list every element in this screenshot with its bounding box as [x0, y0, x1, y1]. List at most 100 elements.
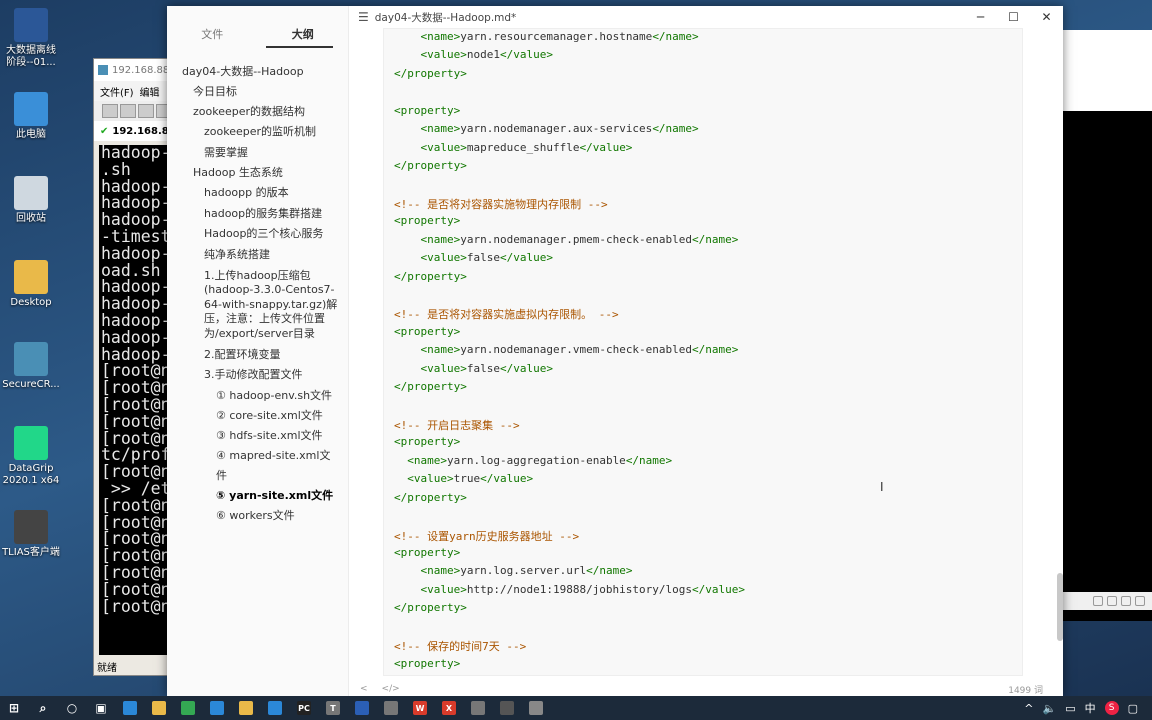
code-line: <property>	[394, 435, 461, 449]
code-line: <value>http://node1:19888/jobhistory/log…	[420, 582, 746, 596]
menu-file[interactable]: 文件(F)	[100, 84, 134, 99]
code-line: <!-- 是否将对容器实施物理内存限制 -->	[394, 197, 608, 211]
desktop-icon-label: 此电脑	[16, 129, 46, 140]
titlebar[interactable]: ☰ day04-大数据--Hadoop.md* ─ ☐ ✕	[350, 6, 1063, 28]
desktop-icon[interactable]: 此电脑	[2, 92, 60, 141]
word-count[interactable]: 1499 词	[1008, 683, 1043, 696]
outline-item[interactable]: ④ mapred-site.xml文件	[167, 446, 349, 486]
arrow-left-icon[interactable]: <	[360, 684, 368, 694]
code-line: </property>	[394, 66, 467, 80]
desktop-icon[interactable]: 大数据离线阶段--01...	[2, 8, 60, 69]
package-icon[interactable]	[524, 696, 548, 720]
remote-desktop-icon[interactable]	[495, 696, 519, 720]
chrome-icon[interactable]	[176, 696, 200, 720]
app-blue-icon[interactable]	[350, 696, 374, 720]
toolbar-quick-connect-icon[interactable]	[120, 104, 136, 118]
volume-icon[interactable]: 🔈	[1042, 702, 1056, 715]
desktop-icon-label: DataGrip 2020.1 x64	[2, 463, 60, 486]
cortana-icon[interactable]: ○	[60, 696, 84, 720]
securecrt-app-icon	[98, 65, 108, 75]
folder-icon	[14, 260, 48, 294]
edge-icon[interactable]	[205, 696, 229, 720]
code-line: <name>yarn.log-aggregation-enable</name>	[407, 453, 673, 467]
code-line: <value>false</value>	[420, 251, 553, 265]
outline-item[interactable]: Hadoop 生态系统	[167, 163, 349, 183]
tray-overflow-icon[interactable]: ^	[1024, 702, 1033, 715]
code-line: <property>	[394, 103, 461, 117]
typora-window[interactable]: 文件 大纲 day04-大数据--Hadoop 今日目标 zookeeper的数据结…	[167, 6, 1063, 696]
vscode-icon[interactable]	[263, 696, 287, 720]
desktop-icon[interactable]: Desktop	[2, 260, 60, 309]
outline-item[interactable]: day04-大数据--Hadoop	[167, 62, 349, 82]
code-line: <property>	[394, 656, 461, 670]
file-explorer-icon[interactable]	[147, 696, 171, 720]
menu-edit[interactable]: 编辑	[140, 84, 160, 99]
outline-item[interactable]: ⑤ yarn-site.xml文件	[167, 486, 349, 506]
code-line: </property>	[394, 380, 467, 394]
code-line: <name>yarn.resourcemanager.hostname</nam…	[420, 30, 699, 43]
desktop-icon[interactable]: 回收站	[2, 176, 60, 225]
settings-app-icon[interactable]	[379, 696, 403, 720]
tab-outline[interactable]: 大纲	[258, 6, 349, 50]
desktop-icon[interactable]: TLIAS客户端	[2, 510, 60, 559]
task-view-icon[interactable]: ▣	[89, 696, 113, 720]
editor-scrollbar[interactable]	[1057, 573, 1063, 641]
outline-item[interactable]: 3.手动修改配置文件	[167, 365, 349, 386]
close-button[interactable]: ✕	[1030, 6, 1063, 28]
hamburger-menu-icon[interactable]: ☰	[358, 10, 369, 24]
outline-item[interactable]: 纯净系统搭建	[167, 245, 349, 266]
desktop-icon-label: Desktop	[10, 297, 52, 308]
desktop-icon-label: SecureCR...	[2, 379, 60, 390]
code-toggle-icon[interactable]: </>	[382, 684, 400, 694]
network-icon[interactable]: ▭	[1065, 702, 1075, 715]
code-line: <!-- 保存的时间7天 -->	[394, 640, 527, 654]
background-terminal	[1063, 111, 1152, 621]
maximize-button[interactable]: ☐	[997, 6, 1030, 28]
outline-item[interactable]: 今日目标	[167, 82, 349, 102]
outline-item[interactable]: zookeeper的数据结构	[167, 102, 349, 122]
xmind-icon[interactable]: X	[437, 696, 461, 720]
notification-icon[interactable]: ▢	[1128, 702, 1138, 715]
minimize-button[interactable]: ─	[964, 6, 997, 28]
windows-start-icon[interactable]: ⊞	[2, 696, 26, 720]
desktop-icon-label: 回收站	[16, 213, 46, 224]
status-icon	[1107, 596, 1117, 606]
outline-item[interactable]: ① hadoop-env.sh文件	[167, 386, 349, 406]
outline-item[interactable]: hadoopp 的版本	[167, 183, 349, 204]
input-method-indicator[interactable]: 中	[1085, 700, 1096, 716]
sogou-input-icon[interactable]: S	[1104, 701, 1119, 715]
status-icon	[1121, 596, 1131, 606]
tab-files[interactable]: 文件	[167, 6, 258, 50]
toolbar-tab-icon[interactable]	[138, 104, 154, 118]
typora-icon[interactable]: T	[321, 696, 345, 720]
code-line: <name>yarn.nodemanager.pmem-check-enable…	[420, 232, 739, 246]
outline-item[interactable]: ⑥ workers文件	[167, 506, 349, 526]
outline-item[interactable]: 2.配置环境变量	[167, 345, 349, 366]
desktop-icon[interactable]: SecureCR...	[2, 342, 60, 391]
code-block[interactable]: <name>yarn.resourcemanager.hostname</nam…	[383, 28, 1023, 676]
search-icon[interactable]: ⌕	[31, 696, 55, 720]
wps-icon[interactable]: W	[408, 696, 432, 720]
outline-item[interactable]: ③ hdfs-site.xml文件	[167, 426, 349, 446]
outline-item[interactable]: hadoop的服务集群搭建	[167, 204, 349, 225]
toolbar-connect-icon[interactable]	[102, 104, 118, 118]
outline-item[interactable]: Hadoop的三个核心服务	[167, 224, 349, 245]
code-line: <!-- 开启日志聚集 -->	[394, 419, 520, 433]
system-tray: ^ 🔈 ▭ 中 S ▢	[1024, 696, 1152, 720]
editor-area[interactable]: <name>yarn.resourcemanager.hostname</nam…	[350, 28, 1063, 680]
outline-item[interactable]: 1.上传hadoop压缩包(hadoop-3.3.0-Centos7-64-wi…	[167, 266, 349, 345]
code-line: <property>	[394, 214, 461, 228]
recycle-bin-icon	[14, 176, 48, 210]
outline-item[interactable]: ② core-site.xml文件	[167, 406, 349, 426]
desktop-icon-label: 大数据离线阶段--01...	[6, 45, 56, 68]
store-icon[interactable]	[118, 696, 142, 720]
outline-item[interactable]: zookeeper的监听机制	[167, 122, 349, 143]
folder-app-icon[interactable]	[234, 696, 258, 720]
pycharm-icon[interactable]: PC	[292, 696, 316, 720]
code-line: <property>	[394, 324, 461, 338]
outline-item[interactable]: 需要掌握	[167, 143, 349, 164]
background-window-right[interactable]	[1062, 30, 1152, 621]
sidebar: 文件 大纲 day04-大数据--Hadoop 今日目标 zookeeper的数据结…	[167, 6, 349, 696]
browser-icon[interactable]	[466, 696, 490, 720]
desktop-icon[interactable]: DataGrip 2020.1 x64	[2, 426, 60, 487]
